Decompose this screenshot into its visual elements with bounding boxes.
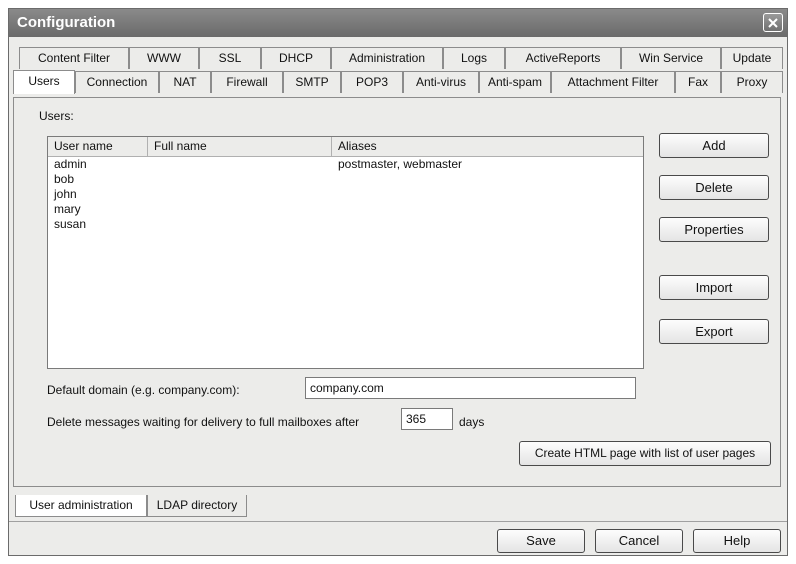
tab-anti-virus[interactable]: Anti-virus: [403, 71, 479, 93]
configuration-window: Configuration Content Filter WWW SSL DHC…: [8, 8, 788, 556]
table-row[interactable]: bob: [48, 172, 643, 187]
column-full-name[interactable]: Full name: [148, 137, 332, 156]
delete-button[interactable]: Delete: [659, 175, 769, 200]
column-aliases[interactable]: Aliases: [332, 137, 643, 156]
cell-aliases: postmaster, webmaster: [338, 157, 463, 171]
tab-smtp[interactable]: SMTP: [283, 71, 341, 93]
tab-connection[interactable]: Connection: [75, 71, 159, 93]
add-button[interactable]: Add: [659, 133, 769, 158]
days-label: days: [459, 415, 485, 429]
window-title: Configuration: [17, 14, 116, 31]
cell-user-name: john: [54, 187, 77, 201]
tab-content-filter[interactable]: Content Filter: [19, 47, 129, 69]
default-domain-label: Default domain (e.g. company.com):: [47, 383, 240, 397]
tab-firewall[interactable]: Firewall: [211, 71, 283, 93]
import-button[interactable]: Import: [659, 275, 769, 300]
users-label: Users:: [39, 109, 74, 123]
tab-ssl[interactable]: SSL: [199, 47, 261, 69]
tab-user-administration[interactable]: User administration: [15, 495, 147, 517]
column-user-name[interactable]: User name: [48, 137, 148, 156]
users-list[interactable]: User name Full name Aliases admin postma…: [47, 136, 644, 369]
tab-pop3[interactable]: POP3: [341, 71, 403, 93]
tab-fax[interactable]: Fax: [675, 71, 721, 93]
tab-users[interactable]: Users: [13, 70, 75, 94]
export-button[interactable]: Export: [659, 319, 769, 344]
table-row[interactable]: admin postmaster, webmaster: [48, 157, 643, 172]
properties-button[interactable]: Properties: [659, 217, 769, 242]
close-button[interactable]: [763, 13, 783, 32]
title-bar: Configuration: [9, 9, 787, 37]
table-row[interactable]: susan: [48, 217, 643, 232]
list-header: User name Full name Aliases: [48, 137, 643, 157]
cell-user-name: bob: [54, 172, 75, 186]
delete-days-field[interactable]: 365: [401, 408, 453, 430]
tab-administration[interactable]: Administration: [331, 47, 443, 69]
cell-user-name: mary: [54, 202, 81, 216]
tab-dhcp[interactable]: DHCP: [261, 47, 331, 69]
tab-win-service[interactable]: Win Service: [621, 47, 721, 69]
table-row[interactable]: john: [48, 187, 643, 202]
default-domain-field[interactable]: company.com: [305, 377, 636, 399]
table-row[interactable]: mary: [48, 202, 643, 217]
tab-update[interactable]: Update: [721, 47, 783, 69]
tab-row-2: Users Connection NAT Firewall SMTP POP3 …: [13, 70, 783, 94]
tab-proxy[interactable]: Proxy: [721, 71, 783, 93]
footer-divider: [9, 521, 787, 522]
tab-ldap-directory[interactable]: LDAP directory: [147, 495, 247, 517]
tab-nat[interactable]: NAT: [159, 71, 211, 93]
cell-user-name: admin: [54, 157, 87, 171]
cancel-button[interactable]: Cancel: [595, 529, 683, 553]
close-icon: [768, 17, 778, 28]
save-button[interactable]: Save: [497, 529, 585, 553]
tab-anti-spam[interactable]: Anti-spam: [479, 71, 551, 93]
tab-row-1: Content Filter WWW SSL DHCP Administrati…: [13, 47, 783, 69]
tab-activereports[interactable]: ActiveReports: [505, 47, 621, 69]
help-button[interactable]: Help: [693, 529, 781, 553]
tab-www[interactable]: WWW: [129, 47, 199, 69]
create-html-page-button[interactable]: Create HTML page with list of user pages: [519, 441, 771, 466]
cell-user-name: susan: [54, 217, 87, 231]
tab-attachment-filter[interactable]: Attachment Filter: [551, 71, 675, 93]
tab-logs[interactable]: Logs: [443, 47, 505, 69]
delete-messages-label: Delete messages waiting for delivery to …: [47, 415, 360, 429]
